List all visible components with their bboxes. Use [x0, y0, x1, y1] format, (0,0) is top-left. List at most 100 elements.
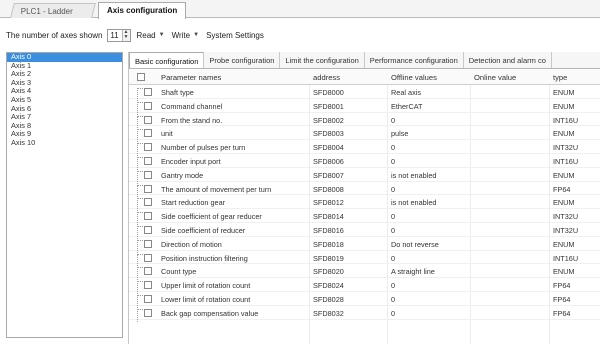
column-header-address[interactable]: address	[313, 73, 340, 82]
tree-connector	[137, 225, 143, 227]
tab-detection-alarm-configuration[interactable]: Detection and alarm co	[464, 52, 552, 68]
row-checkbox[interactable]	[144, 115, 152, 124]
tree-connector	[137, 115, 143, 117]
system-settings-button[interactable]: System Settings	[206, 31, 264, 40]
offline-value[interactable]: 0	[391, 281, 395, 290]
parameter-grid: Parameter names address Offline values O…	[129, 70, 600, 322]
table-row[interactable]: Back gap compensation value SFD8032 0 FP64	[129, 306, 600, 322]
table-row[interactable]: Count type SFD8020 A straight line ENUM	[129, 264, 600, 281]
offline-value[interactable]: 0	[391, 157, 395, 166]
tab-basic-configuration[interactable]: Basic configuration	[129, 52, 205, 68]
parameter-type: ENUM	[553, 170, 575, 180]
tab-limit-configuration[interactable]: Limit the configuration	[280, 52, 365, 68]
parameter-address: SFD8032	[313, 308, 344, 318]
parameter-type: ENUM	[553, 239, 575, 249]
parameter-name: Gantry mode	[161, 170, 204, 180]
table-row[interactable]: Lower limit of rotation count SFD8028 0 FP6…	[129, 292, 600, 308]
table-row[interactable]: Position instruction filtering SFD8019 0 IN…	[129, 251, 600, 267]
offline-value[interactable]: 0	[391, 254, 395, 263]
parameter-address: SFD8019	[313, 253, 344, 263]
table-row[interactable]: Side coefficient of gear reducer SFD8014 0…	[129, 209, 600, 225]
table-row[interactable]: Encoder input port SFD8006 0 INT16U	[129, 154, 600, 170]
row-checkbox[interactable]	[144, 184, 152, 193]
tab-probe-configuration[interactable]: Probe configuration	[204, 52, 281, 68]
parameter-address: SFD8016	[313, 225, 344, 235]
offline-value[interactable]: A straight line	[391, 267, 435, 276]
chevron-down-icon: ▼	[193, 32, 200, 38]
tab-axis-configuration-label: Axis configuration	[107, 6, 178, 15]
table-row[interactable]: Start reduction gear SFD8012 is not enable…	[129, 195, 600, 212]
table-row[interactable]: The amount of movement per turn SFD8008 0 F…	[129, 182, 600, 198]
select-all-checkbox[interactable]	[137, 73, 145, 81]
offline-value[interactable]: Real axis	[391, 88, 421, 97]
tree-connector	[137, 253, 143, 255]
toolbar: The number of axes shown 11 ▲ ▼ Read ▼ W…	[0, 19, 600, 51]
tree-connector	[137, 239, 143, 241]
read-button[interactable]: Read ▼	[137, 31, 165, 40]
chevron-down-icon: ▼	[158, 32, 165, 38]
table-row[interactable]: Gantry mode SFD8007 is not enabled ENUM	[129, 168, 600, 184]
parameter-address: SFD8028	[313, 294, 344, 304]
write-button[interactable]: Write ▼	[172, 31, 199, 40]
offline-value[interactable]: 0	[391, 116, 395, 125]
axis-list-item[interactable]: Axis 10	[7, 138, 122, 148]
row-checkbox[interactable]	[144, 308, 152, 317]
parameter-name: Back gap compensation value	[161, 308, 259, 318]
offline-value[interactable]: 0	[391, 212, 395, 221]
table-row[interactable]: unit SFD8003 pulse ENUM	[129, 126, 600, 143]
row-checkbox[interactable]	[144, 253, 152, 262]
column-header-name[interactable]: Parameter names	[161, 73, 221, 82]
row-checkbox[interactable]	[144, 198, 152, 207]
stepper-down-icon[interactable]: ▼	[123, 34, 130, 41]
parameter-address: SFD8006	[313, 156, 344, 166]
tab-plc1-ladder-label: PLC1 - Ladder	[20, 7, 73, 16]
parameter-name: Side coefficient of reducer	[161, 225, 246, 235]
table-row[interactable]: Number of pulses per turn SFD8004 0 INT32U	[129, 140, 600, 156]
tab-plc1-ladder[interactable]: PLC1 - Ladder	[10, 3, 96, 18]
offline-value[interactable]: 0	[391, 226, 395, 235]
offline-value[interactable]: Do not reverse	[391, 240, 439, 249]
row-checkbox[interactable]	[144, 156, 152, 165]
tree-connector	[137, 88, 143, 89]
tree-connector	[137, 198, 143, 200]
row-checkbox[interactable]	[144, 212, 152, 221]
offline-value[interactable]: is not enabled	[391, 198, 436, 207]
column-header-online[interactable]: Online value	[474, 73, 516, 82]
table-row[interactable]: Upper limit of rotation count SFD8024 0 FP6…	[129, 278, 600, 294]
row-checkbox[interactable]	[144, 129, 152, 138]
row-checkbox[interactable]	[144, 170, 152, 179]
parameter-address: SFD8007	[313, 170, 344, 180]
stepper-arrows[interactable]: ▲ ▼	[121, 29, 130, 41]
offline-value[interactable]: is not enabled	[391, 171, 436, 180]
row-checkbox[interactable]	[144, 267, 152, 276]
row-checkbox[interactable]	[144, 294, 152, 303]
row-checkbox[interactable]	[144, 101, 152, 110]
offline-value[interactable]: 0	[391, 185, 395, 194]
axes-count-stepper[interactable]: 11 ▲ ▼	[106, 28, 131, 42]
row-checkbox[interactable]	[144, 225, 152, 234]
table-row[interactable]: Side coefficient of reducer SFD8016 0 INT32…	[129, 223, 600, 239]
table-row[interactable]: Shaft type SFD8000 Real axis ENUM	[129, 85, 600, 101]
offline-value[interactable]: 0	[391, 143, 395, 152]
row-checkbox[interactable]	[144, 281, 152, 290]
row-checkbox[interactable]	[144, 239, 152, 248]
column-header-offline[interactable]: Offline values	[391, 73, 437, 82]
axes-count-value[interactable]: 11	[108, 30, 122, 41]
row-checkbox[interactable]	[144, 88, 152, 96]
offline-value[interactable]: 0	[391, 309, 395, 318]
offline-value[interactable]: EtherCAT	[391, 102, 423, 111]
row-checkbox[interactable]	[144, 143, 152, 152]
parameter-name: Direction of motion	[161, 239, 222, 249]
parameter-name: Upper limit of rotation count	[161, 281, 251, 291]
offline-value[interactable]: 0	[391, 295, 395, 304]
table-row[interactable]: Command channel SFD8001 EtherCAT ENUM	[129, 99, 600, 115]
table-row[interactable]: From the stand no. SFD8002 0 INT16U	[129, 113, 600, 129]
column-header-type[interactable]: type	[553, 73, 567, 82]
table-row[interactable]: Direction of motion SFD8018 Do not reverse…	[129, 237, 600, 253]
configuration-tab-bar: Basic configuration Probe configuration …	[129, 52, 600, 69]
parameter-address: SFD8012	[313, 198, 344, 208]
axes-shown-label: The number of axes shown	[6, 30, 103, 40]
tab-axis-configuration[interactable]: Axis configuration	[98, 2, 186, 19]
tab-performance-configuration[interactable]: Performance configuration	[365, 52, 464, 68]
offline-value[interactable]: pulse	[391, 129, 408, 138]
